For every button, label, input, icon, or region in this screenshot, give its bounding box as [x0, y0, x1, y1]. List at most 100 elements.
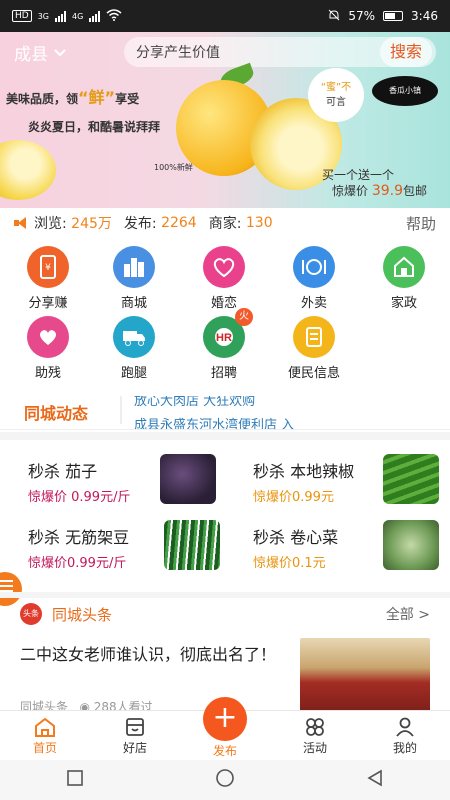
phone-share-icon: ¥ [27, 246, 69, 288]
flash-sale-item[interactable]: 秒杀 本地辣椒 惊爆价0.99元 [225, 446, 450, 516]
delivery-icon [113, 316, 155, 358]
city-selector[interactable]: 成县 [14, 40, 124, 65]
view-all-link[interactable]: 全部 > [386, 604, 430, 624]
search-button[interactable]: 搜索 [379, 37, 432, 67]
dinner-plate-icon [293, 246, 335, 288]
mute-icon [328, 9, 340, 24]
speech-bubble: “蜜”不 可言 [308, 68, 364, 122]
tab-mine[interactable]: 我的 [360, 711, 450, 760]
posts-label: 发布: [123, 216, 157, 232]
service-mall[interactable]: 商城 [94, 246, 174, 311]
heart-icon [203, 246, 245, 288]
promo-banner[interactable]: 成县 分享产生价值 搜索 美味品质，领“鲜”享受 炎炎夏日，和酷暑说拜拜 100… [0, 32, 450, 208]
service-takeout[interactable]: 外卖 [274, 246, 354, 311]
tab-label: 活动 [302, 741, 327, 755]
home-button[interactable] [215, 768, 235, 792]
banner-line-1-post: 享受 [115, 92, 140, 106]
deal-suffix: 包邮 [403, 184, 428, 198]
service-recruit[interactable]: HR 火 招聘 [184, 308, 264, 381]
shop-icon [126, 718, 144, 736]
headlines-title: 同城头条 [52, 605, 113, 624]
header-bar: 成县 分享产生价值 搜索 [0, 32, 450, 72]
flash-sale-item[interactable]: 秒杀 卷心菜 惊爆价0.1元 [225, 512, 450, 582]
battery-percent: 57% [348, 9, 376, 23]
service-housekeeping[interactable]: 家政 [364, 246, 444, 311]
cabbage-image [383, 520, 439, 570]
battery-icon [383, 11, 404, 21]
banner-highlight: “鲜” [78, 88, 116, 107]
tab-home[interactable]: 首页 [0, 711, 90, 760]
service-errand[interactable]: 跑腿 [94, 316, 174, 381]
plus-icon[interactable]: + [203, 697, 247, 741]
ticker-item[interactable]: 放心大肉店 大狂欢购 [134, 396, 255, 409]
recent-apps-button[interactable] [66, 769, 84, 791]
flash-sale-item[interactable]: 秒杀 茄子 惊爆价 0.99元/斤 [0, 446, 225, 516]
posts-value: 2264 [161, 215, 197, 231]
clock: 3:46 [411, 9, 438, 23]
ticker-item[interactable]: 成县永盛东河水湾便利店 入 [134, 414, 294, 429]
network-badge: HD [12, 10, 32, 22]
search-input[interactable]: 分享产生价值 搜索 [124, 37, 436, 67]
sale-price: 惊爆价 0.99元/斤 [28, 490, 131, 505]
bubble-line-2: 可言 [326, 97, 346, 108]
tab-publish[interactable]: + 发布 [180, 697, 270, 760]
service-label: 分享赚 [28, 296, 68, 311]
views-label: 浏览: [34, 216, 67, 232]
help-link[interactable]: 帮助 [406, 213, 436, 234]
back-button[interactable] [366, 769, 384, 791]
hot-badge: 火 [235, 308, 253, 326]
document-icon [293, 316, 335, 358]
sale-title: 秒杀 无筋架豆 [28, 528, 130, 547]
tab-label: 我的 [392, 741, 417, 755]
care-heart-icon [27, 316, 69, 358]
service-label: 婚恋 [210, 296, 237, 311]
headlines-header: 头条 同城头条 全部 > [0, 598, 450, 630]
speaker-icon [14, 217, 28, 229]
article-title: 二中这女老师谁认识，彻底出名了！ [20, 645, 277, 664]
sale-price: 惊爆价0.99元/斤 [28, 556, 127, 571]
service-marriage[interactable]: 婚恋 [184, 246, 264, 311]
banner-line-2: 炎炎夏日，和酷暑说拜拜 [28, 120, 161, 134]
service-label: 便民信息 [287, 366, 340, 381]
network-type-2: 4G [72, 11, 84, 21]
service-label: 商城 [120, 296, 147, 311]
article-thumbnail [300, 638, 430, 712]
merchants-value: 130 [245, 215, 273, 231]
flash-sale-item[interactable]: 秒杀 无筋架豆 惊爆价0.99元/斤 [0, 512, 225, 582]
house-icon [383, 246, 425, 288]
service-disability-aid[interactable]: 助残 [8, 316, 88, 381]
sale-price: 惊爆价0.1元 [253, 556, 326, 571]
search-placeholder: 分享产生价值 [136, 45, 220, 61]
city-building-icon [113, 246, 155, 288]
service-label: 跑腿 [120, 366, 147, 381]
network-type-1: 3G [37, 11, 49, 21]
service-label: 助残 [34, 366, 61, 381]
sale-title: 秒杀 卷心菜 [253, 528, 339, 547]
service-convenience-info[interactable]: 便民信息 [274, 316, 354, 381]
tab-shops[interactable]: 好店 [90, 711, 180, 760]
deal-line-2: 惊爆价 39.9包邮 [332, 182, 427, 199]
user-icon [396, 717, 414, 737]
deal-price: 39.9 [371, 183, 404, 199]
wifi-icon [106, 8, 122, 24]
service-label: 家政 [390, 296, 417, 311]
service-share-earn[interactable]: ¥ 分享赚 [8, 246, 88, 311]
stats-bar: 浏览: 245万 发布: 2264 商家: 130 帮助 [0, 208, 450, 238]
system-nav-bar [0, 760, 450, 800]
deal-prefix: 惊爆价 [332, 184, 369, 198]
signal-icon [55, 10, 66, 22]
sale-title: 秒杀 茄子 [28, 462, 98, 481]
activity-icon [306, 718, 324, 736]
bottom-tab-bar: 首页 好店 + 发布 活动 我的 [0, 697, 450, 760]
hr-icon: HR 火 [203, 308, 253, 358]
sale-title: 秒杀 本地辣椒 [253, 462, 355, 481]
signal-icon-2 [89, 10, 101, 22]
tab-activity[interactable]: 活动 [270, 711, 360, 760]
tab-label: 好店 [122, 741, 147, 755]
fresh-tag: 100%新鲜 [154, 163, 193, 172]
ticker-tag: 同城动态 [24, 404, 89, 423]
news-ticker[interactable]: 同城动态 放心大肉店 大狂欢购 成县永盛东河水湾便利店 入 [0, 388, 450, 430]
bubble-line-1: “蜜”不 [320, 82, 352, 93]
sale-price: 惊爆价0.99元 [253, 490, 334, 505]
melon-piece-image [0, 140, 56, 200]
